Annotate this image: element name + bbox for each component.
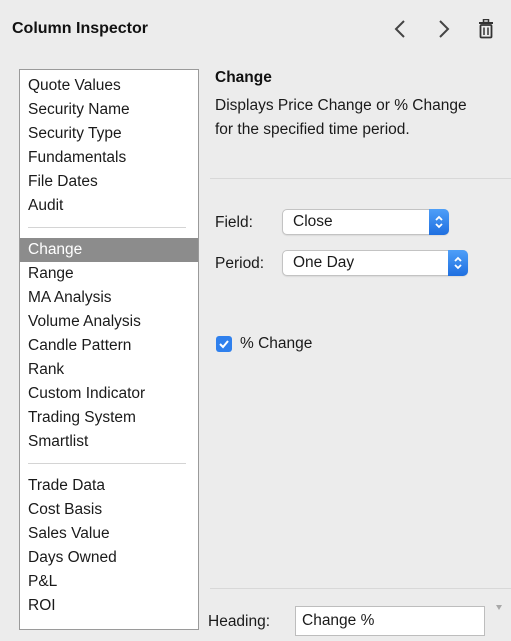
list-item[interactable]: Trade Data	[20, 474, 198, 498]
list-item[interactable]: Range	[20, 262, 198, 286]
list-item[interactable]: Custom Indicator	[20, 382, 198, 406]
list-item[interactable]: P&L	[20, 570, 198, 594]
period-select-value: One Day	[293, 254, 355, 271]
list-separator	[28, 227, 186, 228]
chevron-left-icon	[394, 20, 405, 38]
list-item[interactable]: Fundamentals	[20, 146, 198, 170]
list-item[interactable]: Smartlist	[20, 430, 198, 454]
field-select-value: Close	[293, 213, 333, 230]
delete-button[interactable]	[470, 12, 502, 46]
list-item[interactable]: MA Analysis	[20, 286, 198, 310]
list-item[interactable]: Volume Analysis	[20, 310, 198, 334]
list-item[interactable]: Rank	[20, 358, 198, 382]
list-item[interactable]: Quote Values	[20, 74, 198, 98]
list-item[interactable]: Cost Basis	[20, 498, 198, 522]
list-item[interactable]: Days Owned	[20, 546, 198, 570]
title-bar: Column Inspector	[0, 0, 511, 58]
detail-description: Displays Price Change or % Change for th…	[215, 97, 467, 138]
heading-input[interactable]	[295, 606, 485, 636]
percent-change-label[interactable]: % Change	[240, 335, 312, 353]
divider	[210, 588, 511, 589]
list-item[interactable]: ROI	[20, 594, 198, 618]
trash-icon	[479, 19, 493, 39]
heading-label: Heading:	[208, 613, 271, 630]
percent-change-checkbox[interactable]	[216, 336, 232, 352]
field-select[interactable]: Close	[282, 209, 449, 235]
list-item[interactable]: Audit	[20, 194, 198, 218]
checkmark-icon	[219, 340, 229, 349]
next-button[interactable]	[428, 12, 460, 46]
list-item[interactable]: Change	[20, 238, 198, 262]
list-item[interactable]: Sales Value	[20, 522, 198, 546]
period-select[interactable]: One Day	[282, 250, 468, 276]
divider	[210, 178, 511, 179]
period-label: Period:	[215, 255, 265, 272]
list-separator	[28, 463, 186, 464]
detail-title: Change	[215, 69, 272, 86]
list-item[interactable]: Security Type	[20, 122, 198, 146]
window-title: Column Inspector	[12, 20, 149, 37]
list-item[interactable]: Trading System	[20, 406, 198, 430]
list-item[interactable]: Security Name	[20, 98, 198, 122]
chevron-right-icon	[439, 20, 450, 38]
column-type-list[interactable]: Quote Values Security Name Security Type Fu…	[19, 69, 199, 630]
updown-arrows-icon	[429, 209, 449, 235]
list-item[interactable]: File Dates	[20, 170, 198, 194]
triangle-down-icon[interactable]	[494, 602, 504, 612]
field-label: Field:	[215, 214, 253, 231]
previous-button[interactable]	[384, 12, 416, 46]
list-item[interactable]: Candle Pattern	[20, 334, 198, 358]
updown-arrows-icon	[448, 250, 468, 276]
